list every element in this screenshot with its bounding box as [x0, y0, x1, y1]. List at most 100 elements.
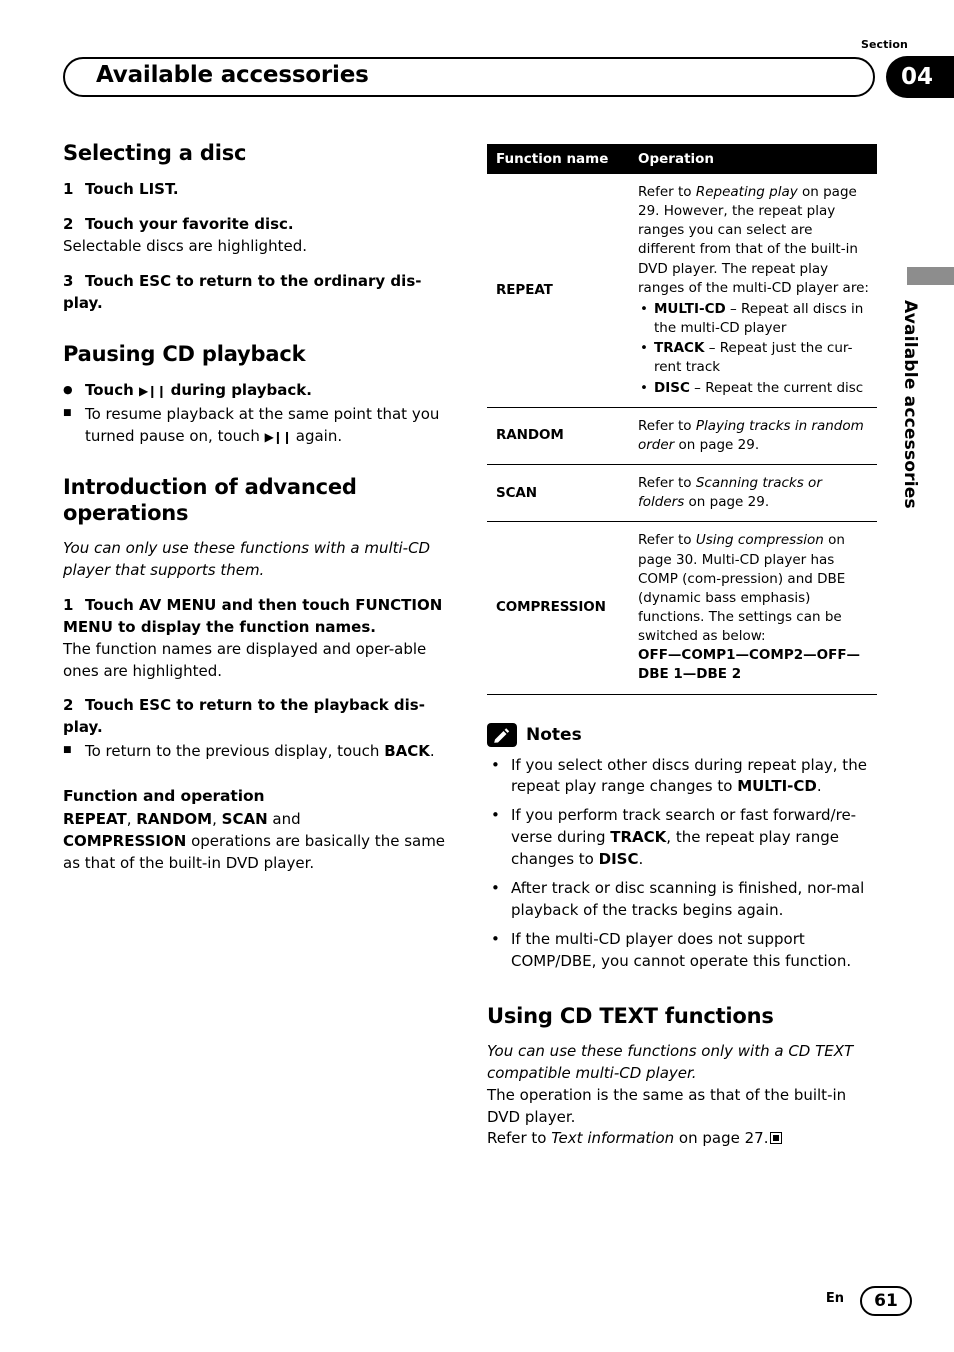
operation-settings: OFF—COMP1—COMP2—OFF—DBE 1—DBE 2: [638, 647, 861, 683]
step-3-selecting: 3 Touch ESC to return to the ordinary dis…: [63, 271, 458, 315]
step-text: Touch AV MENU and then touch FUNCTION ME…: [63, 595, 443, 636]
note-item: If the multi-CD player does not support …: [487, 929, 877, 973]
table-row: COMPRESSION Refer to Using compression o…: [487, 521, 877, 695]
side-tab-marker: [907, 267, 954, 285]
bullet-text: – Repeat the current disc: [689, 379, 864, 396]
operation-post: on page 30. Multi-CD player has COMP (co…: [638, 532, 846, 645]
keyword-repeat: REPEAT: [63, 810, 127, 829]
step-2-selecting: 2 Touch your favorite disc.: [63, 214, 458, 236]
note-bold: BACK: [384, 742, 430, 761]
step-text: Touch LIST.: [85, 180, 179, 199]
note-bold: TRACK: [610, 828, 667, 847]
cd-text-line2: The operation is the same as that of the…: [487, 1085, 847, 1126]
step-number: 2: [63, 696, 74, 715]
heading-selecting-a-disc: Selecting a disc: [63, 141, 247, 165]
table-cell-function-name: RANDOM: [487, 407, 624, 466]
table-cell-operation: Refer to Using compression on page 30. M…: [624, 521, 877, 695]
keyword-compression: COMPRESSION: [63, 832, 187, 851]
note-bold-2: DISC: [598, 850, 639, 869]
step-number: 1: [63, 180, 74, 199]
table-cell-operation: Refer to Repeating play on page 29. Howe…: [624, 174, 877, 408]
function-table: Function name Operation REPEAT Refer to …: [487, 144, 877, 695]
pause-note-pre: To resume playback at the same point tha…: [85, 404, 440, 445]
step-2-intro-note: To return to the previous display, touch…: [63, 741, 458, 763]
note-pre: If the multi-CD player does not support …: [511, 929, 852, 970]
section-number-badge: 04: [886, 56, 954, 98]
operation-reference: Repeating play: [695, 184, 798, 200]
pause-bullet: Touch ▶❙❙ during playback.: [63, 380, 458, 402]
operation-post: on page 29.: [674, 436, 760, 453]
step-number: 2: [63, 215, 74, 234]
operation-post: on page 29. However, the repeat play ran…: [638, 184, 869, 296]
step-number: 3: [63, 271, 74, 290]
bullet-keyword: MULTI-CD: [654, 300, 726, 317]
table-header-operation: Operation: [624, 144, 877, 174]
step-2-body: Selectable discs are highlighted.: [63, 237, 307, 256]
note-item: If you perform track search or fast forw…: [487, 805, 877, 871]
notes-header: Notes: [487, 722, 877, 747]
note-post: .: [816, 777, 822, 796]
heading-function-and-operation: Function and operation: [63, 787, 265, 806]
pause-note: To resume playback at the same point tha…: [63, 404, 458, 448]
table-row: REPEAT Refer to Repeating play on page 2…: [487, 174, 877, 408]
step-1-intro: 1 Touch AV MENU and then touch FUNCTION M…: [63, 595, 458, 639]
note-pre: After track or disc scanning is finished…: [511, 879, 865, 919]
cd-text-line3: Refer to Text information on page 27.: [487, 1128, 877, 1150]
cd-text-pre: Refer to: [487, 1129, 552, 1148]
table-cell-operation: Refer to Playing tracks in random order …: [624, 407, 877, 466]
cd-text-post: on page 27.: [674, 1129, 769, 1148]
note-post: .: [429, 742, 435, 761]
function-operation-paragraph: REPEAT, RANDOM, SCAN and COMPRESSION oper…: [63, 810, 446, 872]
operation-bullet: TRACK – Repeat just the cur-rent track: [638, 339, 869, 377]
section-label: Section: [860, 38, 908, 51]
note-item: After track or disc scanning is finished…: [487, 878, 877, 922]
notes-title: Notes: [526, 724, 582, 745]
operation-pre: Refer to: [638, 184, 696, 200]
heading-pausing-cd-playback: Pausing CD playback: [63, 341, 306, 366]
operation-pre: Refer to: [638, 475, 696, 492]
pause-note-post: again.: [291, 426, 343, 445]
note-pre: To return to the previous display, touch: [85, 742, 385, 761]
table-cell-function-name: REPEAT: [487, 174, 624, 408]
right-column: Function name Operation REPEAT Refer to …: [487, 140, 877, 1150]
note-bold: MULTI-CD: [737, 777, 817, 796]
table-header-row: Function name Operation: [487, 144, 877, 174]
table-row: SCAN Refer to Scanning tracks or folders…: [487, 464, 877, 523]
step-number: 1: [63, 595, 74, 614]
table-header-function-name: Function name: [487, 144, 624, 174]
table-row: RANDOM Refer to Playing tracks in random…: [487, 407, 877, 466]
keyword-scan: SCAN: [221, 810, 268, 829]
keyword-random: RANDOM: [136, 810, 213, 829]
footer-page-number: 61: [860, 1286, 912, 1316]
operation-pre: Refer to: [638, 417, 696, 434]
footer-language: En: [825, 1291, 844, 1306]
step-2-intro: 2 Touch ESC to return to the playback dis…: [63, 695, 458, 739]
document-page: Section Available accessories 04 Availab…: [0, 0, 954, 1352]
play-pause-icon: ▶❙❙: [139, 383, 166, 398]
table-cell-operation: Refer to Scanning tracks or folders on p…: [624, 464, 877, 523]
operation-reference: Using compression: [695, 532, 824, 549]
operation-bullet: DISC – Repeat the current disc: [638, 379, 869, 398]
note-post: .: [638, 850, 644, 869]
notes-list: If you select other discs during repeat …: [487, 755, 877, 973]
step-text: Touch ESC to return to the ordinary dis-…: [63, 271, 422, 312]
step-1-selecting: 1 Touch LIST.: [63, 179, 458, 201]
step-text: Touch ESC to return to the playback dis-…: [63, 696, 425, 737]
bullet-keyword: TRACK: [654, 340, 705, 357]
step-text: Touch your favorite disc.: [85, 215, 294, 234]
pause-bullet-pre: Touch: [85, 380, 140, 399]
play-pause-icon: ▶❙❙: [264, 429, 292, 444]
heading-using-cd-text-functions: Using CD TEXT functions: [487, 1003, 774, 1028]
cd-text-italic: You can use these functions only with a …: [487, 1041, 854, 1082]
bullet-keyword: DISC: [654, 379, 690, 396]
side-tab-label: Available accessories: [900, 300, 920, 509]
keyword-and: and: [267, 810, 301, 829]
pause-bullet-post: during playback.: [165, 380, 312, 399]
operation-bullets: MULTI-CD – Repeat all discs in the multi…: [638, 300, 869, 398]
pencil-note-icon: [487, 722, 517, 747]
table-cell-function-name: SCAN: [487, 464, 624, 523]
operation-bullet: MULTI-CD – Repeat all discs in the multi…: [638, 300, 869, 338]
heading-introduction-advanced-operations: Introduction of advanced operations: [63, 474, 357, 525]
step-1-intro-body: The function names are displayed and ope…: [63, 639, 427, 680]
intro-italic-text: You can only use these functions with a …: [63, 539, 431, 580]
